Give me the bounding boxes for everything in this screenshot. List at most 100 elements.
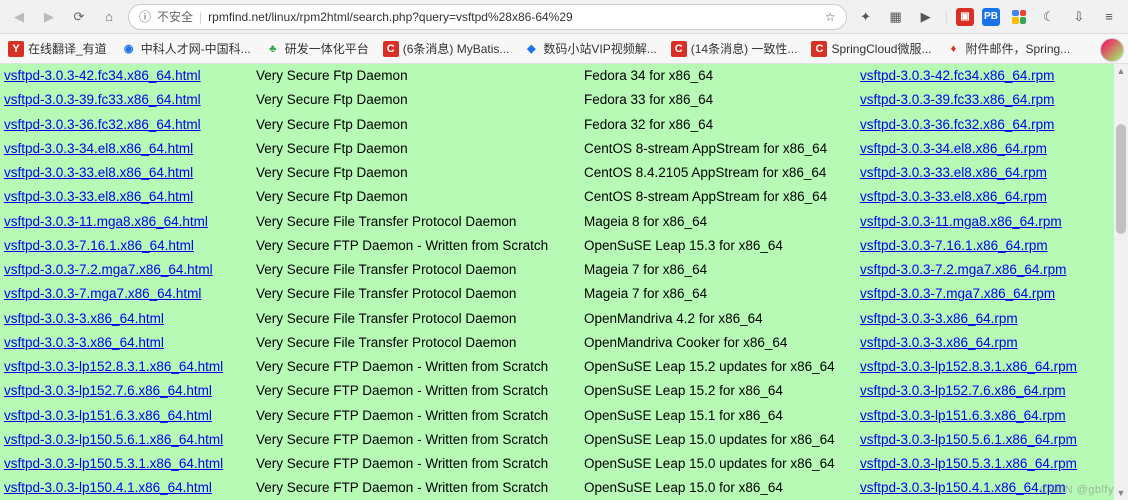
html-link[interactable]: vsftpd-3.0.3-42.fc34.x86_64.html: [4, 68, 201, 83]
shield-icon[interactable]: ▶: [915, 6, 937, 28]
qrcode-icon[interactable]: ▦: [885, 6, 907, 28]
distribution-cell: OpenSuSE Leap 15.3 for x86_64: [580, 234, 856, 258]
bookmark-label: (14条消息) 一致性...: [691, 40, 798, 57]
bookmark-item[interactable]: C(6条消息) MyBatis...: [383, 40, 510, 57]
bookmark-favicon: ♦: [945, 41, 961, 57]
html-link[interactable]: vsftpd-3.0.3-3.x86_64.html: [4, 335, 164, 350]
html-link[interactable]: vsftpd-3.0.3-lp150.4.1.x86_64.html: [4, 480, 212, 495]
scroll-thumb[interactable]: [1116, 124, 1126, 234]
browser-toolbar: ◀ ▶ ⟳ ⌂ ⓘ 不安全 | rpmfind.net/linux/rpm2ht…: [0, 0, 1128, 34]
html-link[interactable]: vsftpd-3.0.3-36.fc32.x86_64.html: [4, 117, 201, 132]
bookmark-item[interactable]: C(14条消息) 一致性...: [671, 40, 798, 57]
url-text: rpmfind.net/linux/rpm2html/search.php?qu…: [208, 10, 819, 24]
translate-icon[interactable]: ✦: [855, 6, 877, 28]
back-button[interactable]: ◀: [8, 6, 30, 28]
download-icon[interactable]: ⇩: [1068, 6, 1090, 28]
scroll-up-arrow[interactable]: ▲: [1114, 64, 1128, 78]
rpm-link[interactable]: vsftpd-3.0.3-7.16.1.x86_64.rpm: [860, 238, 1048, 253]
forward-button[interactable]: ▶: [38, 6, 60, 28]
rpm-link[interactable]: vsftpd-3.0.3-3.x86_64.rpm: [860, 311, 1018, 326]
table-row: vsftpd-3.0.3-7.2.mga7.x86_64.html Very Se…: [0, 258, 1128, 282]
home-button[interactable]: ⌂: [98, 6, 120, 28]
html-link[interactable]: vsftpd-3.0.3-33.el8.x86_64.html: [4, 189, 193, 204]
extension-icon-1[interactable]: ▣: [956, 8, 974, 26]
html-link[interactable]: vsftpd-3.0.3-lp150.5.3.1.x86_64.html: [4, 456, 223, 471]
rpm-link[interactable]: vsftpd-3.0.3-39.fc33.x86_64.rpm: [860, 92, 1054, 107]
description-cell: Very Secure Ftp Daemon: [252, 88, 580, 112]
reload-button[interactable]: ⟳: [68, 6, 90, 28]
distribution-cell: OpenSuSE Leap 15.0 updates for x86_64: [580, 428, 856, 452]
distribution-cell: OpenMandriva 4.2 for x86_64: [580, 307, 856, 331]
rpm-link[interactable]: vsftpd-3.0.3-lp150.5.6.1.x86_64.rpm: [860, 432, 1077, 447]
extension-grid-icon[interactable]: [1008, 6, 1030, 28]
description-cell: Very Secure Ftp Daemon: [252, 161, 580, 185]
bookmark-favicon: ♣: [265, 41, 281, 57]
rpm-link[interactable]: vsftpd-3.0.3-lp152.8.3.1.x86_64.rpm: [860, 359, 1077, 374]
description-cell: Very Secure FTP Daemon - Written from Sc…: [252, 355, 580, 379]
html-link[interactable]: vsftpd-3.0.3-11.mga8.x86_64.html: [4, 214, 208, 229]
distribution-cell: Mageia 7 for x86_64: [580, 258, 856, 282]
insecure-label: 不安全: [157, 8, 193, 25]
menu-icon[interactable]: ≡: [1098, 6, 1120, 28]
html-link[interactable]: vsftpd-3.0.3-39.fc33.x86_64.html: [4, 92, 201, 107]
table-row: vsftpd-3.0.3-3.x86_64.html Very Secure Fi…: [0, 331, 1128, 355]
dark-mode-icon[interactable]: ☾: [1038, 6, 1060, 28]
vertical-scrollbar[interactable]: ▲ ▼: [1114, 64, 1128, 500]
rpm-link[interactable]: vsftpd-3.0.3-7.2.mga7.x86_64.rpm: [860, 262, 1066, 277]
html-link[interactable]: vsftpd-3.0.3-7.mga7.x86_64.html: [4, 286, 201, 301]
distribution-cell: OpenMandriva Cooker for x86_64: [580, 331, 856, 355]
star-icon[interactable]: ☆: [825, 10, 836, 24]
rpm-link[interactable]: vsftpd-3.0.3-34.el8.x86_64.rpm: [860, 141, 1047, 156]
bookmark-item[interactable]: ♦附件邮件，Spring...: [945, 40, 1070, 57]
html-link[interactable]: vsftpd-3.0.3-7.16.1.x86_64.html: [4, 238, 194, 253]
description-cell: Very Secure FTP Daemon - Written from Sc…: [252, 234, 580, 258]
rpm-link[interactable]: vsftpd-3.0.3-33.el8.x86_64.rpm: [860, 165, 1047, 180]
html-link[interactable]: vsftpd-3.0.3-lp151.6.3.x86_64.html: [4, 408, 212, 423]
html-link[interactable]: vsftpd-3.0.3-lp150.5.6.1.x86_64.html: [4, 432, 223, 447]
bookmark-favicon: C: [811, 41, 827, 57]
bookmark-favicon: ◉: [121, 41, 137, 57]
table-row: vsftpd-3.0.3-lp152.7.6.x86_64.htmlVery S…: [0, 379, 1128, 403]
table-row: vsftpd-3.0.3-34.el8.x86_64.htmlVery Secu…: [0, 137, 1128, 161]
rpm-link[interactable]: vsftpd-3.0.3-lp151.6.3.x86_64.rpm: [860, 408, 1066, 423]
distribution-cell: Fedora 33 for x86_64: [580, 88, 856, 112]
profile-avatar[interactable]: [1100, 38, 1124, 62]
rpm-link[interactable]: vsftpd-3.0.3-7.mga7.x86_64.rpm: [860, 286, 1055, 301]
distribution-cell: CentOS 8-stream AppStream for x86_64: [580, 185, 856, 209]
bookmark-item[interactable]: Y在线翻译_有道: [8, 40, 107, 57]
html-link[interactable]: vsftpd-3.0.3-7.2.mga7.x86_64.html: [4, 262, 213, 277]
bookmark-item[interactable]: ♣研发一体化平台: [265, 40, 369, 57]
bookmark-item[interactable]: CSpringCloud微服...: [811, 40, 931, 57]
html-link[interactable]: vsftpd-3.0.3-3.x86_64.html: [4, 311, 164, 326]
rpm-link[interactable]: vsftpd-3.0.3-lp150.4.1.x86_64.rpm: [860, 480, 1066, 495]
html-link[interactable]: vsftpd-3.0.3-34.el8.x86_64.html: [4, 141, 193, 156]
table-row: vsftpd-3.0.3-7.mga7.x86_64.htmlVery Secu…: [0, 282, 1128, 306]
address-bar[interactable]: ⓘ 不安全 | rpmfind.net/linux/rpm2html/searc…: [128, 4, 847, 30]
html-link[interactable]: vsftpd-3.0.3-33.el8.x86_64.html: [4, 165, 193, 180]
distribution-cell: CentOS 8-stream AppStream for x86_64: [580, 137, 856, 161]
rpm-link[interactable]: vsftpd-3.0.3-11.mga8.x86_64.rpm: [860, 214, 1062, 229]
extension-icon-2[interactable]: PB: [982, 8, 1000, 26]
table-row: vsftpd-3.0.3-lp150.4.1.x86_64.htmlVery S…: [0, 476, 1128, 500]
bookmark-item[interactable]: ◉中科人才网-中国科...: [121, 40, 251, 57]
rpm-link[interactable]: vsftpd-3.0.3-42.fc34.x86_64.rpm: [860, 68, 1054, 83]
html-link[interactable]: vsftpd-3.0.3-lp152.8.3.1.x86_64.html: [4, 359, 223, 374]
scroll-down-arrow[interactable]: ▼: [1114, 486, 1128, 500]
html-link[interactable]: vsftpd-3.0.3-lp152.7.6.x86_64.html: [4, 383, 212, 398]
bookmark-label: 研发一体化平台: [285, 40, 369, 57]
rpm-link[interactable]: vsftpd-3.0.3-3.x86_64.rpm: [860, 335, 1018, 350]
rpm-link[interactable]: vsftpd-3.0.3-lp152.7.6.x86_64.rpm: [860, 383, 1066, 398]
distribution-cell: Fedora 32 for x86_64: [580, 113, 856, 137]
table-row: vsftpd-3.0.3-3.x86_64.htmlVery Secure Fi…: [0, 307, 1128, 331]
description-cell: Very Secure Ftp Daemon: [252, 113, 580, 137]
description-cell: Very Secure File Transfer Protocol Daemo…: [252, 258, 580, 282]
bookmark-item[interactable]: ◆数码小站VIP视频解...: [523, 40, 656, 57]
rpm-link[interactable]: vsftpd-3.0.3-33.el8.x86_64.rpm: [860, 189, 1047, 204]
distribution-cell: CentOS 8.4.2105 AppStream for x86_64: [580, 161, 856, 185]
bookmark-label: 数码小站VIP视频解...: [543, 40, 656, 57]
description-cell: Very Secure File Transfer Protocol Daemo…: [252, 331, 580, 355]
rpm-link[interactable]: vsftpd-3.0.3-lp150.5.3.1.x86_64.rpm: [860, 456, 1077, 471]
bookmark-bar: Y在线翻译_有道 ◉中科人才网-中国科... ♣研发一体化平台 C(6条消息) MyB…: [0, 34, 1128, 64]
rpm-link[interactable]: vsftpd-3.0.3-36.fc32.x86_64.rpm: [860, 117, 1054, 132]
table-row: vsftpd-3.0.3-42.fc34.x86_64.htmlVery Sec…: [0, 64, 1128, 88]
